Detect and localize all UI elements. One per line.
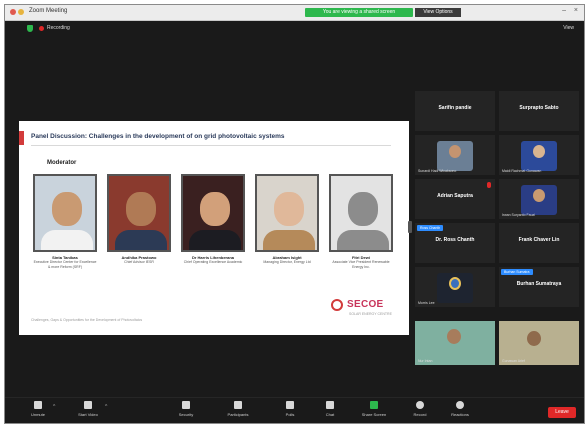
participant-name: Maidi Rachmat Gunawan — [502, 169, 542, 173]
bar-chart-icon — [286, 401, 294, 409]
zoom-window: Zoom Meeting You are viewing a shared sc… — [4, 4, 585, 424]
slide-divider — [31, 145, 391, 146]
reactions-label: Reactions — [451, 412, 469, 417]
participant-gallery: Sarifin pandie Surprapto Sabto Sunardi H… — [415, 91, 581, 367]
panelist-card: Abraham Isight Managing Director, Energy… — [255, 174, 319, 265]
participants-button[interactable]: Participants — [215, 401, 261, 417]
participant-name: Morris Lee — [418, 301, 435, 305]
panelist-photo-placeholder — [329, 174, 393, 252]
minimize-dot-icon[interactable] — [18, 9, 24, 15]
panelist-photo — [181, 174, 245, 252]
participant-tile[interactable]: Maidi Rachmat Gunawan — [499, 135, 579, 175]
leave-button[interactable]: Leave — [548, 407, 576, 418]
panelist-role: Associate Vice President Renewable Energ… — [332, 260, 390, 269]
participant-tile[interactable]: Nur Intan — [415, 321, 495, 365]
participant-tile[interactable]: Sunardi Hadi Wicaksono — [415, 135, 495, 175]
moderator-label: Moderator — [47, 160, 77, 166]
panelist-card: Fitri Dewi Associate Vice President Rene… — [329, 174, 393, 270]
view-mode-button[interactable]: View — [563, 25, 574, 31]
viewing-shared-screen-bar: You are viewing a shared screen — [305, 8, 413, 17]
shared-screen: Panel Discussion: Challenges in the deve… — [19, 121, 409, 335]
title-bar: Zoom Meeting You are viewing a shared sc… — [5, 5, 584, 21]
video-camera-icon — [84, 401, 92, 409]
participant-tile[interactable]: Burhan Sumatra Burhan Sumatraya — [499, 267, 579, 307]
participant-tile[interactable]: Irwan Suryanto Fauzi — [499, 179, 579, 219]
panelist-role: Chief Advisor IESR — [124, 260, 154, 264]
participant-tile[interactable]: Frank Chaver Lin — [499, 223, 579, 263]
participant-name: Gunawan Arief — [502, 359, 525, 363]
participant-name: Dr. Ross Chanth — [435, 237, 475, 243]
participants-label: Participants — [227, 412, 249, 417]
record-icon — [416, 401, 424, 409]
secoe-subtitle: SOLAR ENERGY CENTRE — [349, 312, 392, 316]
panelist-card: Sinta Tanibas Executive Director Center … — [33, 174, 97, 270]
participant-name: Surprapto Sabto — [519, 105, 559, 111]
chat-button[interactable]: Chat — [307, 401, 353, 417]
participant-name: Sarifin pandie — [438, 105, 472, 111]
participant-tile[interactable]: Gunawan Arief — [499, 321, 579, 365]
panelist-role: Executive Director Center for Excellence… — [33, 260, 97, 269]
share-screen-icon — [370, 401, 378, 409]
audio-options-chevron-icon[interactable]: ^ — [53, 404, 55, 410]
reactions-button[interactable]: Reactions — [437, 401, 483, 417]
participant-video — [437, 141, 473, 171]
participant-badge: Ross Chanth — [417, 225, 444, 231]
participant-name: Frank Chaver Lin — [518, 237, 560, 243]
participant-tile[interactable]: Sarifin pandie — [415, 91, 495, 131]
slide-footer: Challenges, Gaps & Opportunities for the… — [31, 318, 143, 322]
view-options-button[interactable]: View Options — [415, 8, 461, 17]
panelist-photo — [255, 174, 319, 252]
participant-tile[interactable]: Ross Chanth Dr. Ross Chanth — [415, 223, 495, 263]
panelist-photo — [107, 174, 171, 252]
participant-badge: Burhan Sumatra — [501, 269, 533, 275]
panelist-role: Chief Operating Excellence Academic — [183, 260, 243, 264]
panelist-role: Managing Director, Energy Ltd — [263, 260, 311, 264]
share-screen-label: Share Screen — [361, 412, 387, 417]
share-screen-button[interactable]: Share Screen — [351, 401, 397, 417]
participant-name: Burhan Sumatraya — [516, 281, 562, 287]
participant-name: Nur Intan — [418, 359, 433, 363]
participant-video — [521, 185, 557, 215]
participant-name: Irwan Suryanto Fauzi — [502, 213, 536, 217]
secoe-logo: SECOE — [347, 299, 384, 310]
participant-tile[interactable]: Morris Lee — [415, 267, 495, 307]
close-icon[interactable]: × — [574, 7, 578, 14]
panelist-card: Andhika Prastowo Chief Advisor IESR — [107, 174, 171, 265]
meeting-topbar: Recording View — [5, 21, 584, 37]
participant-video — [437, 273, 473, 303]
panelist-card: Dr Harris Lihenberana Chief Operating Ex… — [181, 174, 245, 265]
close-dot-icon[interactable] — [10, 9, 16, 15]
minimize-icon[interactable]: – — [562, 7, 566, 14]
encryption-shield-icon[interactable] — [27, 25, 33, 32]
smiley-icon — [456, 401, 464, 409]
start-video-label: Start Video — [78, 412, 98, 417]
unmute-label: Unmute — [30, 412, 45, 417]
recording-label[interactable]: Recording — [47, 25, 70, 31]
participant-name: Sunardi Hadi Wicaksono — [418, 169, 457, 173]
participant-tile[interactable]: Adrian Saputra — [415, 179, 495, 219]
participant-name: Adrian Saputra — [437, 193, 473, 199]
mic-muted-icon — [487, 182, 491, 188]
slide-accent-bar — [19, 131, 24, 145]
participant-video — [521, 141, 557, 171]
panelist-photo — [33, 174, 97, 252]
microphone-icon — [34, 401, 42, 409]
participant-tile[interactable]: Surprapto Sabto — [499, 91, 579, 131]
security-label: Security — [178, 412, 194, 417]
secoe-logo-icon — [331, 299, 343, 311]
chat-label: Chat — [325, 412, 335, 417]
participants-icon — [234, 401, 242, 409]
gallery-collapse-handle[interactable] — [408, 221, 412, 233]
security-button[interactable]: Security — [163, 401, 209, 417]
slide-title: Panel Discussion: Challenges in the deve… — [31, 133, 285, 140]
video-options-chevron-icon[interactable]: ^ — [105, 404, 107, 410]
recording-dot-icon — [39, 26, 44, 31]
meeting-toolbar: Unmute ^ Start Video ^ Security Particip… — [5, 397, 584, 423]
shield-icon — [182, 401, 190, 409]
chat-bubble-icon — [326, 401, 334, 409]
app-title: Zoom Meeting — [29, 8, 68, 14]
